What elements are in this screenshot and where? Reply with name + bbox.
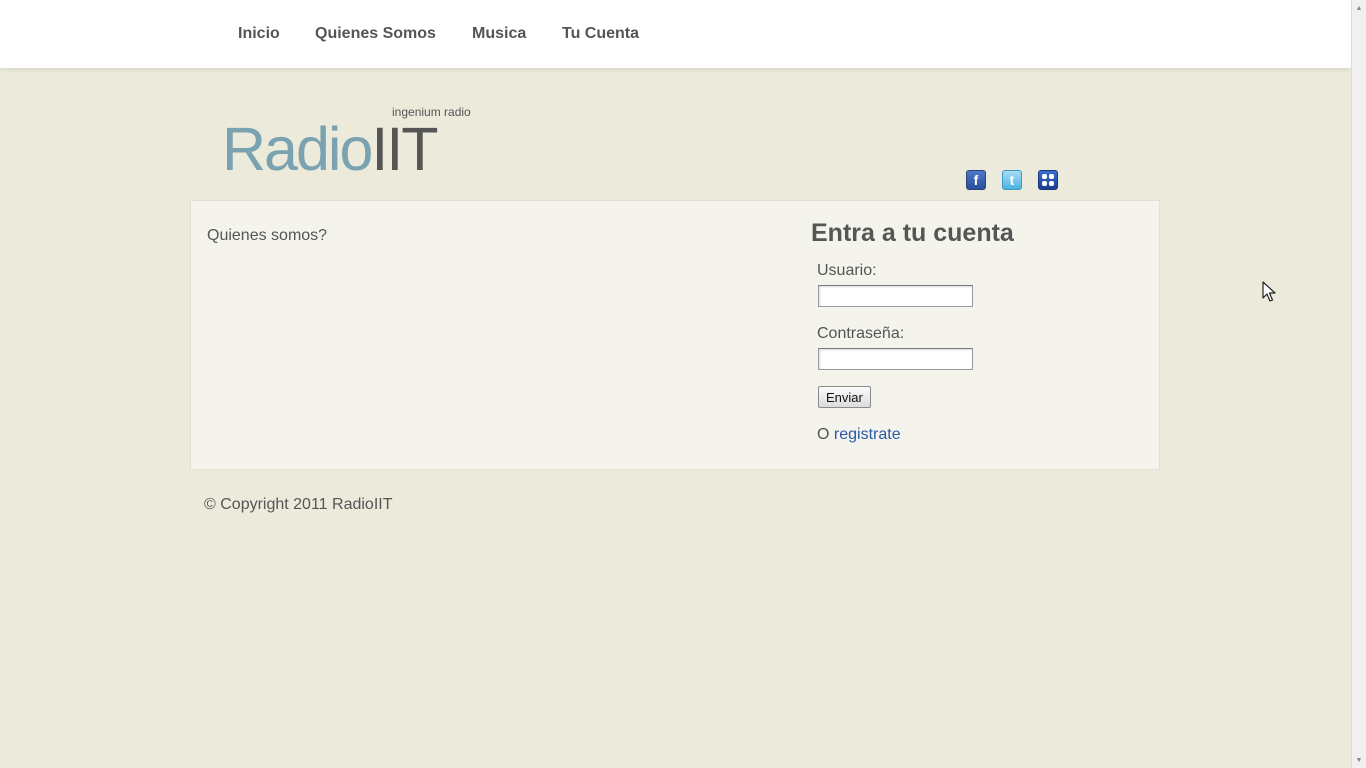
top-navigation: Inicio Quienes Somos Musica Tu Cuenta (0, 0, 1351, 68)
scroll-up-arrow-icon[interactable]: ▲ (1352, 1, 1366, 15)
register-line: O registrate (817, 426, 901, 444)
facebook-icon[interactable]: f (966, 170, 986, 190)
page: Inicio Quienes Somos Musica Tu Cuenta in… (0, 0, 1351, 768)
register-link[interactable]: registrate (834, 426, 901, 443)
mouse-cursor-icon (1262, 281, 1276, 302)
site-logo[interactable]: RadioIIT (222, 114, 439, 184)
submit-button[interactable]: Enviar (818, 386, 871, 408)
logo-text-radio: Radio (222, 115, 373, 183)
vertical-scrollbar[interactable]: ▲ ▼ (1351, 0, 1366, 768)
twitter-glyph: t (1009, 172, 1015, 188)
scroll-down-arrow-icon[interactable]: ▼ (1352, 753, 1366, 767)
facebook-glyph: f (973, 172, 979, 188)
nav-item-inicio[interactable]: Inicio (238, 25, 280, 43)
nav-item-quienes-somos[interactable]: Quienes Somos (315, 25, 436, 43)
main-content-panel (190, 200, 1160, 470)
username-input[interactable] (818, 285, 973, 307)
twitter-icon[interactable]: t (1002, 170, 1022, 190)
nav-item-tu-cuenta[interactable]: Tu Cuenta (562, 25, 639, 43)
username-label: Usuario: (817, 262, 877, 279)
register-prefix: O (817, 426, 834, 443)
password-input[interactable] (818, 348, 973, 370)
password-label: Contraseña: (817, 325, 905, 342)
about-heading: Quienes somos? (207, 227, 328, 244)
logo-text-iit: IIT (371, 115, 438, 183)
login-title: Entra a tu cuenta (811, 219, 1014, 247)
footer-copyright: © Copyright 2011 RadioIIT (204, 496, 393, 513)
myspace-icon[interactable] (1038, 170, 1058, 190)
myspace-glyph (1042, 174, 1054, 186)
nav-item-musica[interactable]: Musica (472, 25, 526, 43)
